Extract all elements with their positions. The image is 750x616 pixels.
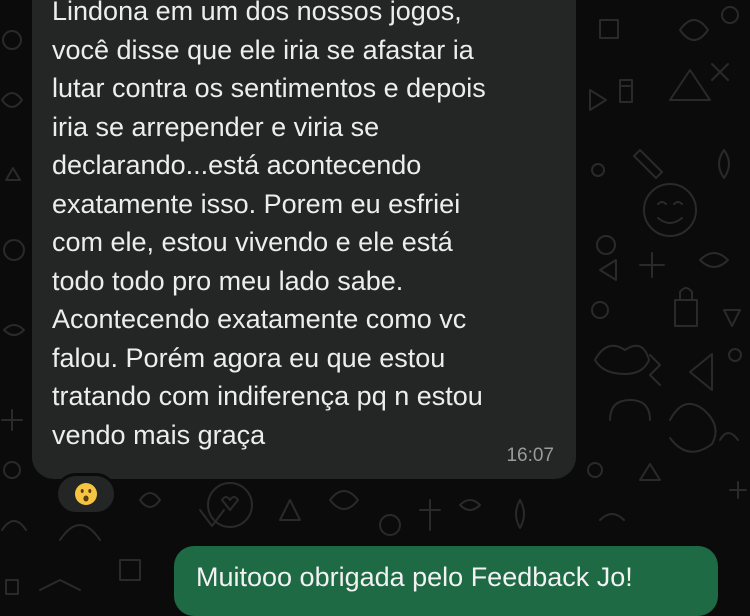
- doodle-cloud-icon: [594, 344, 650, 375]
- doodle-triangle-icon: [723, 309, 741, 327]
- doodle-play-icon: [689, 353, 713, 391]
- doodle-cross-icon: [711, 63, 729, 81]
- doodle-phone-icon: [619, 79, 633, 103]
- doodle-leaf-icon: [1, 92, 23, 108]
- outgoing-message-text: Muitooo obrigada pelo Feedback Jo!: [196, 562, 633, 592]
- doodle-arc-icon: [1, 520, 27, 531]
- doodle-dot-icon: [591, 163, 605, 177]
- doodle-plus-icon: [639, 252, 665, 278]
- doodle-lock-icon: [674, 287, 698, 327]
- doodle-circle-icon: [3, 461, 21, 479]
- doodle-fish-icon: [139, 492, 161, 508]
- doodle-box-icon: [5, 579, 19, 595]
- doodle-drop-icon: [515, 499, 525, 529]
- doodle-triangle-icon: [599, 259, 617, 281]
- doodle-plus-icon: [1, 409, 23, 431]
- doodle-triangle-icon: [279, 499, 301, 521]
- doodle-circle-icon: [596, 235, 616, 255]
- doodle-arc-icon: [609, 399, 651, 421]
- doodle-leaf-icon: [679, 19, 709, 41]
- doodle-fish-icon: [459, 499, 481, 511]
- doodle-smiley-icon: [3, 239, 25, 261]
- doodle-box-icon: [119, 559, 141, 581]
- doodle-fish-icon: [699, 252, 729, 268]
- doodle-face-features-icon: [657, 201, 683, 224]
- doodle-circle-icon: [379, 514, 401, 536]
- doodle-triangle-icon: [5, 167, 21, 181]
- doodle-triangle-icon: [639, 463, 661, 481]
- doodle-arc-icon: [599, 513, 625, 521]
- doodle-bolt-icon: [649, 354, 661, 386]
- incoming-message-bubble[interactable]: Lindona em um dos nossos jogos, você dis…: [32, 0, 576, 479]
- doodle-arc-icon: [719, 432, 739, 441]
- doodle-circle-icon: [721, 6, 739, 24]
- message-reaction[interactable]: [55, 473, 117, 515]
- doodle-heart-circle-icon: [207, 482, 253, 528]
- doodle-dot-icon: [728, 348, 742, 362]
- doodle-box-icon: [599, 19, 619, 39]
- doodle-arc-icon: [59, 524, 101, 541]
- doodle-helmet-icon: [669, 402, 717, 453]
- message-timestamp: 16:07: [506, 445, 554, 466]
- doodle-face-icon: [643, 183, 697, 237]
- doodle-heart-icon: [221, 496, 239, 511]
- doodle-drop-icon: [718, 149, 730, 179]
- surprised-face-emoji-icon: [75, 483, 97, 505]
- doodle-circle-icon: [2, 30, 22, 50]
- outgoing-message-bubble[interactable]: Muitooo obrigada pelo Feedback Jo!: [174, 546, 718, 616]
- doodle-chevron-icon: [39, 579, 81, 591]
- doodle-pencil-icon: [633, 149, 663, 179]
- doodle-fish-icon: [3, 324, 25, 336]
- doodle-play-icon: [589, 89, 607, 111]
- doodle-circle-icon: [591, 301, 609, 319]
- doodle-plus-icon: [729, 481, 747, 499]
- doodle-mountain-icon: [669, 69, 711, 101]
- doodle-circle-icon: [587, 462, 603, 478]
- incoming-message-text: Lindona em um dos nossos jogos, você dis…: [52, 0, 486, 450]
- doodle-plus-icon: [419, 499, 441, 531]
- doodle-leaf-icon: [329, 490, 359, 510]
